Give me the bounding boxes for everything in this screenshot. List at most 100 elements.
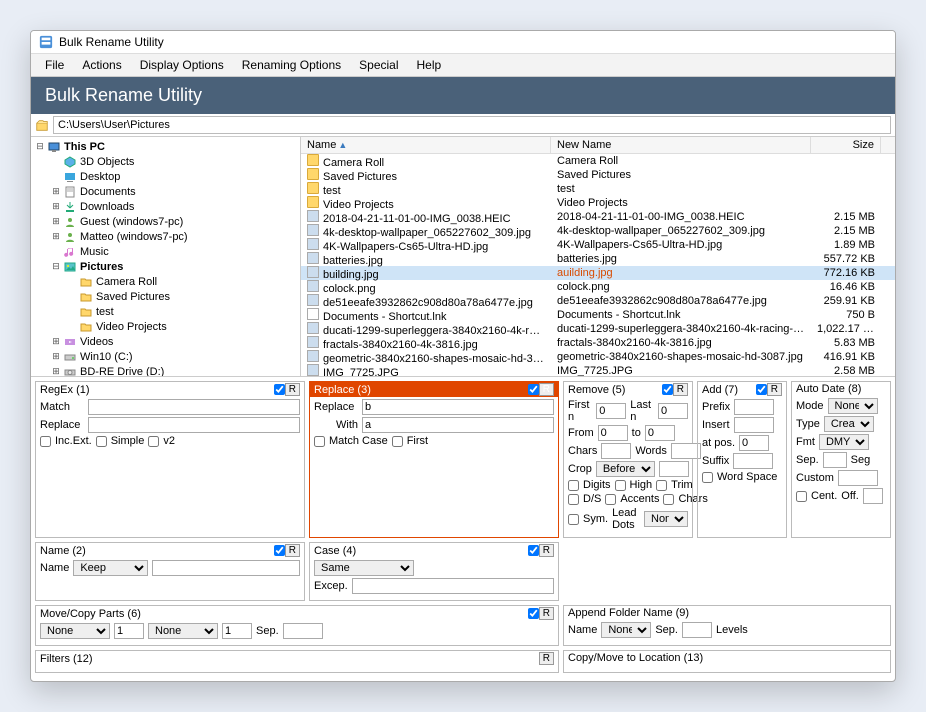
autodate-mode-select[interactable]: None: [828, 398, 878, 414]
tree-expander-icon[interactable]: ⊞: [51, 366, 61, 376]
add-enable-check[interactable]: [756, 384, 767, 395]
remove-firstn-input[interactable]: [596, 403, 626, 419]
remove-trim-check[interactable]: [656, 480, 667, 491]
file-row[interactable]: Camera RollCamera Roll: [301, 154, 895, 168]
filters-reset-button[interactable]: R: [539, 652, 554, 665]
autodate-custom-input[interactable]: [838, 470, 878, 486]
replace-input[interactable]: [362, 399, 554, 415]
file-row[interactable]: Documents - Shortcut.lnkDocuments - Shor…: [301, 308, 895, 322]
regex-incext-check[interactable]: [40, 436, 51, 447]
tree-item[interactable]: Music: [31, 244, 300, 259]
replace-with-input[interactable]: [362, 417, 554, 433]
autodate-off-input[interactable]: [863, 488, 883, 504]
remove-crop-select[interactable]: Before: [596, 461, 655, 477]
add-wordspace-check[interactable]: [702, 472, 713, 483]
tree-item[interactable]: ⊟Pictures: [31, 259, 300, 274]
autodate-type-select[interactable]: Creation (: [824, 416, 874, 432]
remove-chars2-check[interactable]: [663, 494, 674, 505]
tree-item[interactable]: ⊞Downloads: [31, 199, 300, 214]
tree-item[interactable]: ⊞Documents: [31, 184, 300, 199]
remove-high-check[interactable]: [615, 480, 626, 491]
tree-expander-icon[interactable]: ⊞: [51, 336, 61, 347]
file-row[interactable]: fractals-3840x2160-4k-3816.jpgfractals-3…: [301, 336, 895, 350]
menu-display-options[interactable]: Display Options: [132, 56, 232, 74]
tree-item[interactable]: Camera Roll: [31, 274, 300, 289]
tree-expander-icon[interactable]: ⊞: [51, 351, 61, 362]
remove-sym-check[interactable]: [568, 514, 579, 525]
autodate-sep-input[interactable]: [823, 452, 847, 468]
regex-reset-button[interactable]: R: [285, 383, 300, 396]
file-row[interactable]: 4K-Wallpapers-Cs65-Ultra-HD.jpg4K-Wallpa…: [301, 238, 895, 252]
replace-reset-button[interactable]: R: [539, 383, 554, 396]
remove-leaddots-select[interactable]: None: [644, 511, 688, 527]
tree-item[interactable]: ⊞BD-RE Drive (D:): [31, 364, 300, 376]
name-enable-check[interactable]: [274, 545, 285, 556]
movecopy-sel1[interactable]: None: [40, 623, 110, 639]
movecopy-n2[interactable]: [222, 623, 252, 639]
file-row[interactable]: Saved PicturesSaved Pictures: [301, 168, 895, 182]
menu-help[interactable]: Help: [409, 56, 450, 74]
tree-item[interactable]: Video Projects: [31, 319, 300, 334]
file-row[interactable]: ducati-1299-superleggera-3840x2160-4k-ra…: [301, 322, 895, 336]
add-insert-input[interactable]: [734, 417, 774, 433]
col-header-newname[interactable]: New Name: [551, 137, 811, 153]
file-row[interactable]: 2018-04-21-11-01-00-IMG_0038.HEIC2018-04…: [301, 210, 895, 224]
file-row[interactable]: batteries.jpgbatteries.jpg557.72 KB: [301, 252, 895, 266]
case-mode-select[interactable]: Same: [314, 560, 414, 576]
autodate-fmt-select[interactable]: DMY: [819, 434, 869, 450]
tree-item[interactable]: ⊞Guest (windows7-pc): [31, 214, 300, 229]
remove-ds-check[interactable]: [568, 494, 579, 505]
remove-digits-check[interactable]: [568, 480, 579, 491]
replace-enable-check[interactable]: [528, 384, 539, 395]
tree-item[interactable]: ⊞Matteo (windows7-pc): [31, 229, 300, 244]
add-reset-button[interactable]: R: [767, 383, 782, 396]
regex-v2-check[interactable]: [148, 436, 159, 447]
remove-from-input[interactable]: [598, 425, 628, 441]
regex-match-input[interactable]: [88, 399, 300, 415]
movecopy-reset-button[interactable]: R: [539, 607, 554, 620]
name-input[interactable]: [152, 560, 300, 576]
file-row[interactable]: de51eeafe3932862c908d80a78a6477e.jpgde51…: [301, 294, 895, 308]
tree-expander-icon[interactable]: ⊟: [35, 141, 45, 152]
remove-reset-button[interactable]: R: [673, 383, 688, 396]
tree-item[interactable]: ⊞Win10 (C:): [31, 349, 300, 364]
regex-simple-check[interactable]: [96, 436, 107, 447]
case-enable-check[interactable]: [528, 545, 539, 556]
regex-enable-check[interactable]: [274, 384, 285, 395]
movecopy-sep-input[interactable]: [283, 623, 323, 639]
remove-enable-check[interactable]: [662, 384, 673, 395]
tree-expander-icon[interactable]: ⊞: [51, 186, 61, 197]
movecopy-sel2[interactable]: None: [148, 623, 218, 639]
remove-to-input[interactable]: [645, 425, 675, 441]
file-row[interactable]: 4k-desktop-wallpaper_065227602_309.jpg4k…: [301, 224, 895, 238]
menu-file[interactable]: File: [37, 56, 72, 74]
movecopy-enable-check[interactable]: [528, 608, 539, 619]
menu-actions[interactable]: Actions: [74, 56, 129, 74]
tree-expander-icon[interactable]: ⊞: [51, 201, 61, 212]
remove-crop-input[interactable]: [659, 461, 689, 477]
case-reset-button[interactable]: R: [539, 544, 554, 557]
add-prefix-input[interactable]: [734, 399, 774, 415]
tree-expander-icon[interactable]: ⊞: [51, 216, 61, 227]
tree-item[interactable]: 3D Objects: [31, 154, 300, 169]
remove-lastn-input[interactable]: [658, 403, 688, 419]
name-reset-button[interactable]: R: [285, 544, 300, 557]
col-header-name[interactable]: Name▲: [301, 137, 551, 153]
file-list[interactable]: Name▲ New Name Size Camera RollCamera Ro…: [301, 137, 895, 376]
file-row[interactable]: Video ProjectsVideo Projects: [301, 196, 895, 210]
appendfolder-sep-input[interactable]: [682, 622, 712, 638]
tree-item[interactable]: test: [31, 304, 300, 319]
tree-item[interactable]: Desktop: [31, 169, 300, 184]
appendfolder-name-select[interactable]: None: [601, 622, 651, 638]
file-row[interactable]: building.jpgauilding.jpg772.16 KB: [301, 266, 895, 280]
file-row[interactable]: testtest: [301, 182, 895, 196]
menu-special[interactable]: Special: [351, 56, 406, 74]
add-atpos-input[interactable]: [739, 435, 769, 451]
file-row[interactable]: colock.pngcolock.png16.46 KB: [301, 280, 895, 294]
remove-chars-input[interactable]: [601, 443, 631, 459]
tree-expander-icon[interactable]: ⊟: [51, 261, 61, 272]
path-input[interactable]: [53, 116, 891, 134]
folder-tree[interactable]: ⊟This PC3D ObjectsDesktop⊞Documents⊞Down…: [31, 137, 301, 376]
remove-accents-check[interactable]: [605, 494, 616, 505]
col-header-size[interactable]: Size: [811, 137, 881, 153]
